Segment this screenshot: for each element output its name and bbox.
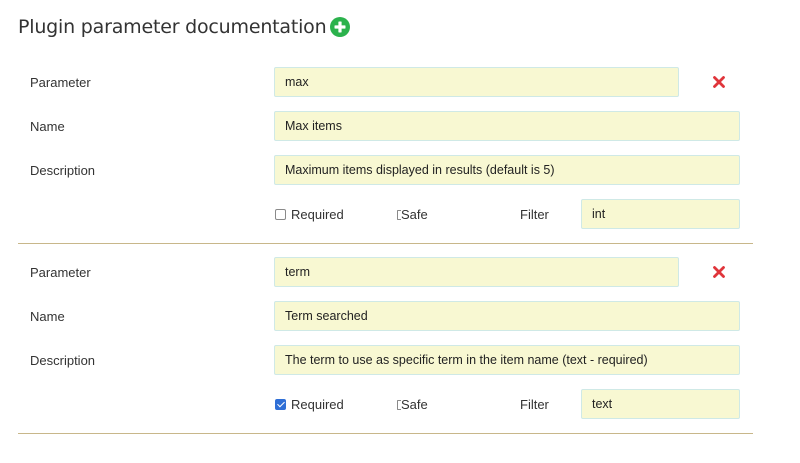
required-checkbox-box[interactable]: [275, 209, 286, 220]
required-checkbox[interactable]: Required: [275, 397, 344, 412]
filter-label: Filter: [520, 397, 549, 412]
safe-label: Safe: [401, 207, 428, 222]
required-label: Required: [291, 397, 344, 412]
description-input[interactable]: The term to use as specific term in the …: [274, 345, 740, 375]
filter-input[interactable]: text: [581, 389, 740, 419]
description-label: Description: [30, 353, 96, 368]
required-checkbox[interactable]: Required: [275, 207, 344, 222]
safe-checkbox[interactable]: Safe: [397, 207, 428, 222]
parameter-input[interactable]: max: [274, 67, 679, 97]
required-checkbox-box[interactable]: [275, 399, 286, 410]
page-title-row: Plugin parameter documentation: [18, 16, 351, 38]
close-icon[interactable]: [712, 75, 726, 89]
description-label: Description: [30, 163, 96, 178]
divider: [18, 243, 753, 244]
name-input[interactable]: Term searched: [274, 301, 740, 331]
parameter-label: Parameter: [30, 265, 91, 280]
safe-checkbox[interactable]: Safe: [397, 397, 428, 412]
page-title: Plugin parameter documentation: [18, 16, 327, 38]
plus-circle-icon[interactable]: [330, 17, 351, 37]
filter-input[interactable]: int: [581, 199, 740, 229]
required-label: Required: [291, 207, 344, 222]
close-icon[interactable]: [712, 265, 726, 279]
safe-label: Safe: [401, 397, 428, 412]
description-input[interactable]: Maximum items displayed in results (defa…: [274, 155, 740, 185]
name-label: Name: [30, 309, 65, 324]
parameter-label: Parameter: [30, 75, 91, 90]
parameter-input[interactable]: term: [274, 257, 679, 287]
filter-label: Filter: [520, 207, 549, 222]
divider: [18, 433, 753, 434]
name-input[interactable]: Max items: [274, 111, 740, 141]
name-label: Name: [30, 119, 65, 134]
